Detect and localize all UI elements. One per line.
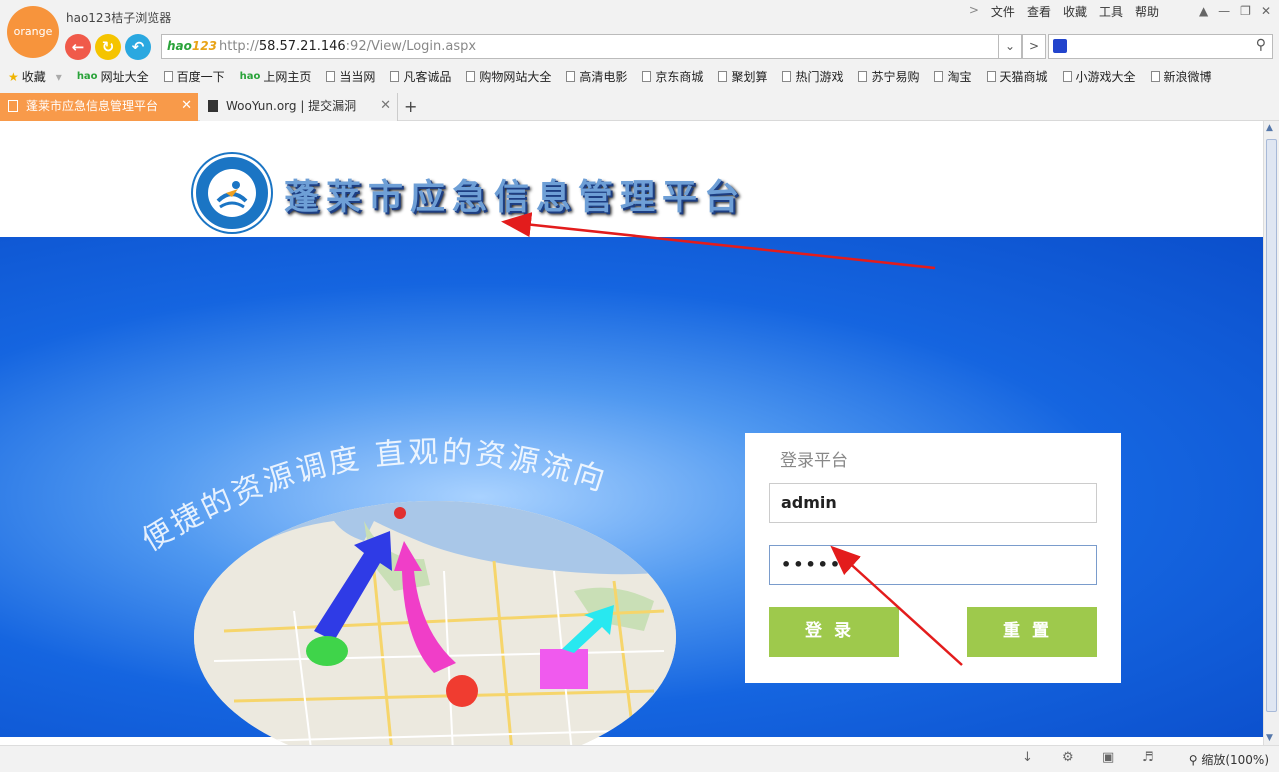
navigation-bar: ← ↻ ↶ hao123 http://58.57.21.146:92/View… (0, 33, 1279, 62)
page-icon (986, 71, 996, 82)
bookmark-item[interactable]: 当当网 (326, 68, 375, 85)
page-icon (163, 71, 173, 82)
bookmark-item[interactable]: 百度一下 (163, 68, 225, 85)
username-input[interactable]: admin (769, 483, 1097, 523)
window-controls: ▲ — ❐ ✕ (1199, 4, 1271, 18)
page-icon (858, 71, 868, 82)
site-title: 蓬莱市应急信息管理平台 (284, 178, 747, 218)
close-tab-icon[interactable]: ✕ (181, 93, 192, 119)
download-icon[interactable]: ↓ (1022, 750, 1033, 765)
page-icon (326, 71, 336, 82)
page-icon (8, 100, 18, 112)
star-icon: ★ (8, 69, 19, 84)
volume-icon[interactable]: ♬ (1142, 750, 1154, 765)
bookmarks-bar: ★ 收藏 ▾ hao 网址大全 百度一下 hao 上网主页 当当网 凡客诚品 购物网站大… (0, 62, 1279, 91)
bookmark-item[interactable]: hao 网址大全 (77, 68, 149, 85)
close-tab-icon[interactable]: ✕ (380, 93, 391, 119)
baidu-icon[interactable] (1053, 39, 1067, 53)
hao-icon: hao (76, 71, 98, 82)
menu-tools[interactable]: 工具 (1099, 3, 1123, 20)
bookmark-item[interactable]: 聚划算 (718, 68, 767, 85)
home-icon[interactable]: ↶ (125, 34, 151, 60)
scroll-up-icon[interactable]: ▲ (1266, 123, 1273, 133)
app-name: hao123桔子浏览器 (66, 11, 172, 25)
login-button[interactable]: 登录 (769, 607, 899, 657)
bookmark-item[interactable]: 天猫商城 (986, 68, 1048, 85)
scrollbar-thumb[interactable] (1266, 139, 1277, 712)
tab-bar: 蓬莱市应急信息管理平台 ✕ WooYun.org | 提交漏洞 ✕ + (0, 91, 1279, 121)
password-input[interactable]: •••••• (769, 545, 1097, 585)
hero-banner: 便捷的资源调度 直观的资源流向 登录平台 admin •••••• 登录 重置 (0, 237, 1263, 745)
address-dropdown-icon[interactable]: ⌄ (998, 34, 1022, 59)
login-panel: 登录平台 admin •••••• 登录 重置 (745, 433, 1121, 683)
reset-button[interactable]: 重置 (967, 607, 1097, 657)
menu-view[interactable]: 查看 (1027, 3, 1051, 20)
search-box[interactable]: ⚲ (1048, 34, 1273, 59)
emblem-icon (193, 154, 271, 232)
bookmark-item[interactable]: 京东商城 (642, 68, 703, 85)
bookmark-item[interactable]: 高清电影 (566, 68, 627, 85)
chevron-right-icon[interactable]: > (969, 3, 979, 20)
zoom-icon: ⚲ (1188, 753, 1202, 767)
hao-icon: hao (239, 71, 261, 82)
tab-title: WooYun.org | 提交漏洞 (226, 99, 357, 113)
page-icon (718, 71, 728, 82)
hao123-badge: hao123 (167, 39, 217, 53)
bookmark-item[interactable]: 热门游戏 (782, 68, 843, 85)
title-bar: orange hao123桔子浏览器 > 文件 查看 收藏 工具 帮助 ▲ — … (0, 0, 1279, 58)
page-icon (782, 71, 792, 82)
skin-icon[interactable]: ▲ (1199, 4, 1208, 18)
settings-icon[interactable]: ⚙ (1062, 750, 1074, 765)
url-text[interactable]: http://58.57.21.146:92/View/Login.aspx (219, 39, 476, 54)
login-title: 登录平台 (780, 451, 848, 471)
tab-title: 蓬莱市应急信息管理平台 (26, 99, 159, 113)
menu-help[interactable]: 帮助 (1135, 3, 1159, 20)
menu-bar: > 文件 查看 收藏 工具 帮助 (969, 3, 1159, 20)
tab-active[interactable]: 蓬莱市应急信息管理平台 ✕ (0, 93, 198, 121)
new-tab-icon[interactable]: + (404, 97, 417, 116)
menu-file[interactable]: 文件 (991, 3, 1015, 20)
minimize-icon[interactable]: — (1218, 4, 1230, 18)
back-icon[interactable]: ← (65, 34, 91, 60)
menu-favorites[interactable]: 收藏 (1063, 3, 1087, 20)
wooyun-icon (208, 100, 218, 112)
bookmark-item[interactable]: 苏宁易购 (858, 68, 919, 85)
page-icon (1062, 71, 1072, 82)
bookmark-item[interactable]: 凡客诚品 (390, 68, 451, 85)
address-bar[interactable]: hao123 http://58.57.21.146:92/View/Login… (161, 34, 999, 59)
page-icon (466, 71, 476, 82)
web-page: 蓬莱市应急信息管理平台 便捷的资源调度 直观的资源流向 登录平台 admin •… (0, 121, 1263, 745)
site-header: 蓬莱市应急信息管理平台 (0, 121, 1263, 237)
search-icon[interactable]: ⚲ (1256, 37, 1266, 53)
page-icon (1150, 71, 1160, 82)
close-icon[interactable]: ✕ (1261, 4, 1271, 18)
page-icon (566, 71, 576, 82)
go-icon[interactable]: > (1022, 34, 1046, 59)
page-icon (642, 71, 652, 82)
bookmark-item[interactable]: 购物网站大全 (466, 68, 551, 85)
bookmark-item[interactable]: 淘宝 (934, 68, 972, 85)
zoom-indicator[interactable]: ⚲ 缩放(100%) (1189, 751, 1269, 768)
tab-wooyun[interactable]: WooYun.org | 提交漏洞 ✕ (200, 93, 398, 121)
status-bar: ↓ ⚙ ▣ ♬ ⚲ 缩放(100%) (0, 745, 1279, 772)
refresh-icon[interactable]: ↻ (95, 34, 121, 60)
bookmark-favorites[interactable]: ★ 收藏 ▾ (8, 68, 62, 85)
restore-icon[interactable]: ❐ (1240, 4, 1251, 18)
page-icon (934, 71, 944, 82)
browser-logo: orange (7, 6, 59, 58)
bookmark-item[interactable]: 新浪微博 (1150, 68, 1212, 85)
bookmark-item[interactable]: hao 上网主页 (240, 68, 312, 85)
vertical-scrollbar[interactable]: ▲ ▼ (1263, 121, 1279, 745)
page-icon (390, 71, 400, 82)
screen-icon[interactable]: ▣ (1102, 750, 1114, 765)
bookmark-item[interactable]: 小游戏大全 (1062, 68, 1136, 85)
scroll-down-icon[interactable]: ▼ (1266, 733, 1273, 743)
